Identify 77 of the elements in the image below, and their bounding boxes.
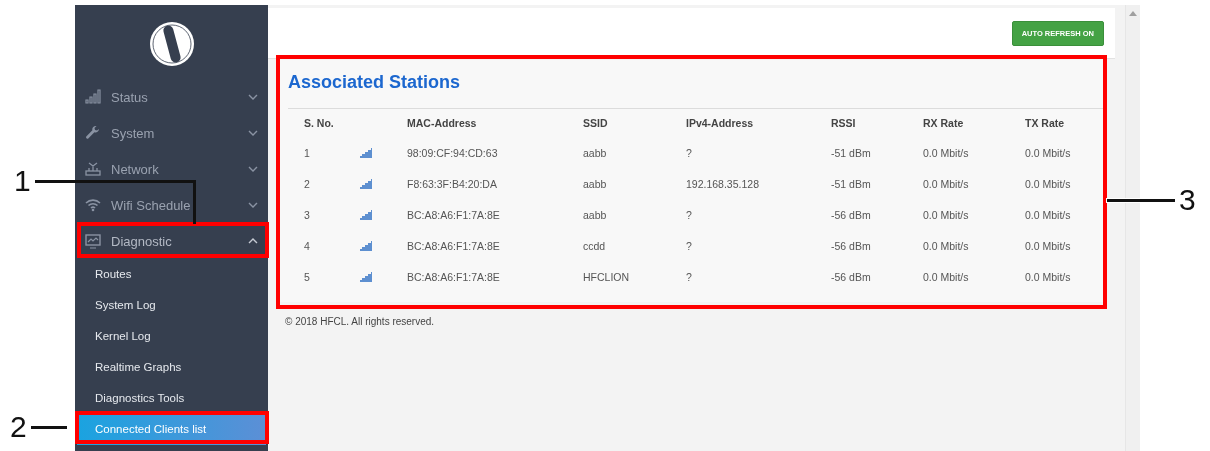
table-cell: -56 dBm (831, 199, 923, 230)
column-header: TX Rate (1025, 108, 1105, 137)
table-cell: -51 dBm (831, 168, 923, 199)
table-cell: BC:A8:A6:F1:7A:8E (407, 261, 583, 292)
table-cell: aabb (583, 168, 686, 199)
column-header: RX Rate (923, 108, 1025, 137)
table-cell: 5 (288, 261, 360, 292)
table-cell-text: 0.0 Mbit/s (1025, 238, 1072, 254)
chevron-down-icon (248, 130, 258, 136)
submenu-item[interactable]: Kernel Log (77, 321, 266, 352)
table-cell-text: 0.0 Mbit/s (1025, 176, 1072, 192)
table-cell: ? (686, 199, 831, 230)
table-cell: 98:09:CF:94:CD:63 (407, 137, 583, 168)
signal-icon (360, 240, 372, 251)
signal-icon (360, 271, 372, 282)
table-cell: BC:A8:A6:F1:7A:8E (407, 199, 583, 230)
callout-number: 2 (10, 412, 27, 442)
menu-item[interactable]: Network (75, 151, 268, 187)
table-cell: HFCLION (583, 261, 686, 292)
table-cell-text: 0.0 Mbit/s (1025, 145, 1072, 161)
menu-item[interactable]: Wifi Schedule (75, 187, 268, 223)
menu-item[interactable]: Diagnostic (75, 223, 268, 259)
column-header: SSID (583, 108, 686, 137)
table-cell: 0.0 Mbit/s (923, 168, 1025, 199)
table-cell: ? (686, 137, 831, 168)
submenu-item[interactable]: System Log (77, 290, 266, 321)
scroll-up-icon[interactable] (1129, 11, 1137, 16)
table-cell: 4 (288, 230, 360, 261)
callout-number: 3 (1179, 185, 1196, 215)
leader-line (1107, 198, 1175, 202)
signal-icon (360, 147, 372, 158)
submenu-item[interactable]: Diagnostics Tools (77, 383, 266, 414)
table-cell: 192.168.35.128 (686, 168, 831, 199)
panel-title: Associated Stations (288, 72, 462, 93)
network-icon (85, 161, 101, 177)
table-cell: F8:63:3F:B4:20:DA (407, 168, 583, 199)
column-header: IPv4-Address (686, 108, 831, 137)
table-cell: ? (686, 261, 831, 292)
table-cell: -51 dBm (831, 137, 923, 168)
table-cell: -56 dBm (831, 261, 923, 292)
menu-item[interactable]: System (75, 115, 268, 151)
signal-icon (360, 178, 372, 189)
table-cell: -56 dBm (831, 230, 923, 261)
chevron-down-icon (248, 94, 258, 100)
table-cell: ? (686, 230, 831, 261)
wrench-icon (85, 125, 101, 141)
table-cell: 3 (288, 199, 360, 230)
scrollbar[interactable] (1125, 5, 1140, 451)
chevron-down-icon (248, 166, 258, 172)
table-cell: 0.0 Mbit/s (923, 199, 1025, 230)
table-cell: 2 (288, 168, 360, 199)
signal-icon (360, 209, 372, 220)
table-cell: 1 (288, 137, 360, 168)
table-cell-text: 0.0 Mbit/s (1025, 207, 1072, 223)
logo-icon (148, 21, 195, 67)
table-cell: BC:A8:A6:F1:7A:8E (407, 230, 583, 261)
submenu-item[interactable]: Realtime Graphs (77, 352, 266, 383)
wifi-icon (85, 197, 101, 213)
table-cell-text: 0.0 Mbit/s (1025, 269, 1072, 285)
table-cell: 0.0 Mbit/s (923, 137, 1025, 168)
chevron-up-icon (248, 238, 258, 244)
table-cell: 0.0 Mbit/s (923, 230, 1025, 261)
leader-line (30, 425, 67, 429)
column-header: S. No. (288, 108, 360, 137)
copyright-text: © 2018 HFCL. All rights reserved. (284, 315, 436, 327)
column-header: RSSI (831, 108, 923, 137)
monitor-icon (85, 233, 101, 249)
submenu-item[interactable]: Routes (77, 259, 266, 290)
chevron-down-icon (248, 202, 258, 208)
callout-number: 1 (14, 166, 31, 196)
table-cell: aabb (583, 137, 686, 168)
table-cell: ccdd (583, 230, 686, 261)
column-header: MAC-Address (407, 108, 583, 137)
table-cell: 0.0 Mbit/s (923, 261, 1025, 292)
bar-chart-icon (85, 89, 101, 105)
table-cell: aabb (583, 199, 686, 230)
menu-item[interactable]: Status (75, 79, 268, 115)
